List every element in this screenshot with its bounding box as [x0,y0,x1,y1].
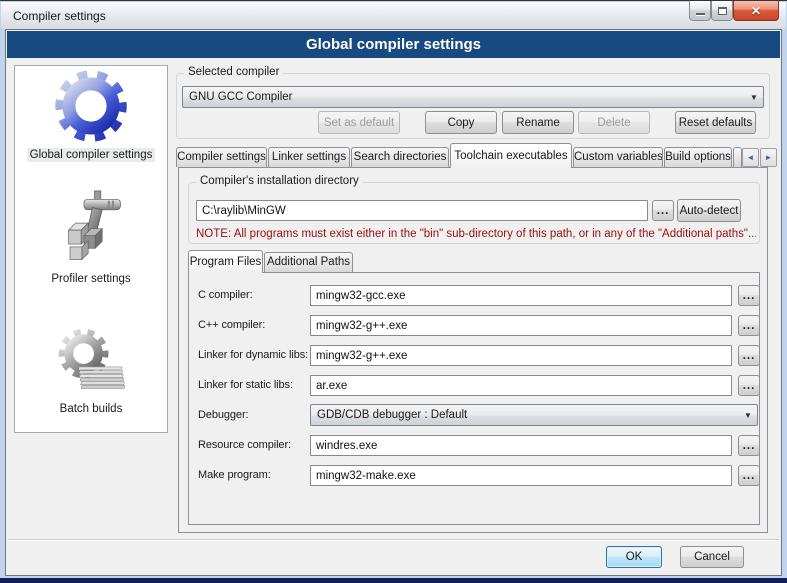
sidebar-item-label: Global compiler settings [27,148,156,162]
linker-static-label: Linker for static libs: [198,379,310,391]
auto-detect-button[interactable]: Auto-detect [677,199,741,222]
chevron-down-icon: ▼ [745,93,763,102]
tab-toolchain-executables[interactable]: Toolchain executables [450,143,572,168]
tab-linker-settings[interactable]: Linker settings [268,147,350,167]
cpp-compiler-browse-button[interactable]: ... [738,315,760,336]
resource-compiler-input[interactable] [310,435,732,456]
chevron-down-icon: ▼ [739,411,757,420]
tab-custom-variables[interactable]: Custom variables [573,147,663,167]
arrow-right-icon: ► [765,153,773,162]
linker-dynamic-input[interactable] [310,345,732,366]
gray-gear-stack-icon [51,324,131,398]
close-button[interactable]: ✕ [733,1,779,21]
titlebar[interactable]: Compiler settings [1,2,786,29]
blue-gear-icon [52,68,130,144]
minimize-button[interactable] [689,1,711,21]
resource-compiler-label: Resource compiler: [198,439,310,451]
delete-button[interactable]: Delete [578,111,650,134]
c-compiler-browse-button[interactable]: ... [738,285,760,306]
browse-directory-button[interactable]: ... [652,200,674,221]
rename-button[interactable]: Rename [502,111,574,134]
footer-separator [8,539,779,541]
tab-compiler-settings[interactable]: Compiler settings [176,147,267,167]
maximize-button[interactable] [711,1,733,21]
debugger-label: Debugger: [198,409,310,421]
c-compiler-label: C compiler: [198,289,310,301]
arrow-left-icon: ◄ [747,153,755,162]
debugger-select[interactable]: GDB/CDB debugger : Default ▼ [310,404,758,426]
make-program-browse-button[interactable]: ... [738,465,760,486]
tab-scroll-right-button[interactable]: ► [760,148,777,167]
make-program-input[interactable] [310,465,732,486]
close-icon: ✕ [751,2,761,20]
sidebar-item-profiler-settings[interactable]: Profiler settings [15,188,167,290]
installation-directory-input[interactable] [196,200,648,221]
tab-search-directories[interactable]: Search directories [351,147,449,167]
compiler-settings-window: Compiler settings ✕ Global compiler sett… [0,0,787,583]
sidebar-item-global-compiler-settings[interactable]: Global compiler settings [15,68,167,164]
copy-button[interactable]: Copy [425,111,497,134]
cancel-button[interactable]: Cancel [680,546,744,568]
tab-build-options[interactable]: Build options [664,147,732,167]
tab-overflow-sliver [733,147,742,167]
page-title: Global compiler settings [7,31,780,58]
c-compiler-input[interactable] [310,285,732,306]
profiler-caliper-icon [56,188,126,268]
subtab-additional-paths[interactable]: Additional Paths [264,252,353,272]
installation-directory-group-label: Compiler's installation directory [196,175,363,187]
linker-static-browse-button[interactable]: ... [738,375,760,396]
make-program-label: Make program: [198,469,310,481]
tab-scroll-left-button[interactable]: ◄ [742,148,759,167]
ok-button[interactable]: OK [606,546,662,568]
minimize-icon [696,13,705,16]
program-files-panel [188,272,760,525]
window-title: Compiler settings [13,9,106,23]
note-text: NOTE: All programs must exist either in … [196,228,756,240]
resource-compiler-browse-button[interactable]: ... [738,435,760,456]
cpp-compiler-input[interactable] [310,315,732,336]
cpp-compiler-label: C++ compiler: [198,319,310,331]
maximize-icon [718,7,727,15]
set-as-default-button[interactable]: Set as default [318,111,400,134]
compiler-select-value: GNU GCC Compiler [189,91,745,103]
sidebar-item-label: Profiler settings [48,272,133,286]
sidebar-item-batch-builds[interactable]: Batch builds [15,324,167,418]
debugger-select-value: GDB/CDB debugger : Default [317,409,739,421]
sidebar-item-label: Batch builds [57,402,126,416]
reset-defaults-button[interactable]: Reset defaults [675,111,756,134]
selected-compiler-group-label: Selected compiler [184,66,283,78]
linker-dynamic-browse-button[interactable]: ... [738,345,760,366]
subtab-program-files[interactable]: Program Files [188,250,263,273]
compiler-select[interactable]: GNU GCC Compiler ▼ [182,86,764,108]
linker-dynamic-label: Linker for dynamic libs: [198,349,310,361]
window-bottom-edge [0,578,787,583]
sidebar: Global compiler settings [14,65,168,433]
linker-static-input[interactable] [310,375,732,396]
